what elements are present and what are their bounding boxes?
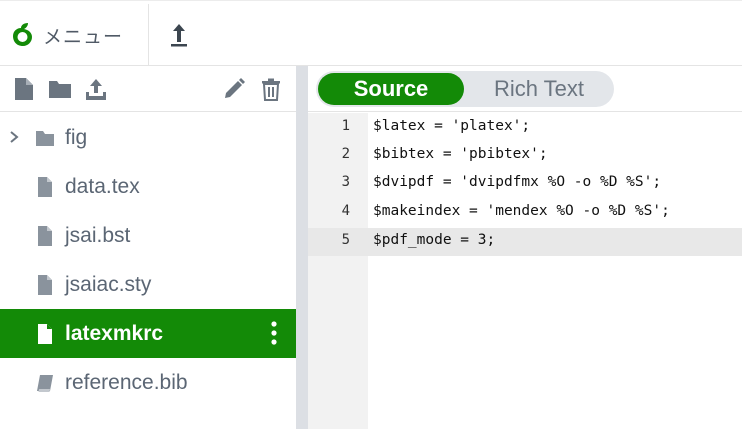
line-number: 3 bbox=[341, 174, 350, 190]
tree-item-jsai-bst[interactable]: jsai.bst bbox=[0, 211, 296, 260]
top-bar: メニュー bbox=[0, 0, 742, 66]
code-line[interactable]: 3 $dvipdf = 'dvipdfmx %O -o %D %S'; bbox=[308, 170, 742, 198]
line-text[interactable]: $bibtex = 'pbibtex'; bbox=[373, 146, 548, 162]
file-name: fig bbox=[65, 126, 88, 149]
rename-pencil-icon[interactable] bbox=[222, 77, 246, 101]
rich-text-mode-button[interactable]: Rich Text bbox=[466, 73, 612, 105]
leaf-logo-icon bbox=[13, 23, 32, 46]
top-border bbox=[0, 0, 742, 1]
line-number: 1 bbox=[341, 118, 350, 134]
line-text[interactable]: $latex = 'platex'; bbox=[373, 118, 530, 134]
editor-toolbar: Source Rich Text bbox=[308, 66, 742, 112]
line-text[interactable]: $pdf_mode = 3; bbox=[373, 232, 495, 248]
code-line-active[interactable]: 5 $pdf_mode = 3; bbox=[308, 228, 742, 256]
book-icon bbox=[37, 375, 53, 392]
file-icon bbox=[38, 177, 52, 197]
file-name: reference.bib bbox=[65, 371, 188, 394]
file-tree-toolbar bbox=[0, 66, 296, 112]
upload-icon[interactable] bbox=[84, 77, 108, 101]
line-number: 5 bbox=[341, 232, 350, 248]
tree-item-data-tex[interactable]: data.tex bbox=[0, 162, 296, 211]
tree-item-reference-bib[interactable]: reference.bib bbox=[0, 358, 296, 407]
menu-button[interactable]: メニュー bbox=[10, 18, 123, 52]
file-icon bbox=[38, 275, 52, 295]
tree-item-latexmkrc[interactable]: latexmkrc bbox=[0, 309, 296, 358]
line-number: 2 bbox=[341, 146, 350, 162]
file-tree-panel: fig data.tex jsai.bst jsaiac.sty latexmk… bbox=[0, 66, 296, 429]
editor-mode-toggle: Source Rich Text bbox=[316, 71, 614, 107]
line-text[interactable]: $dvipdf = 'dvipdfmx %O -o %D %S'; bbox=[373, 174, 661, 190]
line-number: 4 bbox=[341, 203, 350, 219]
menu-label: メニュー bbox=[43, 26, 124, 48]
new-file-icon[interactable] bbox=[12, 77, 36, 101]
line-text[interactable]: $makeindex = 'mendex %O -o %D %S'; bbox=[373, 203, 670, 219]
code-line[interactable]: 4 $makeindex = 'mendex %O -o %D %S'; bbox=[308, 199, 742, 227]
code-line[interactable]: 1 $latex = 'platex'; bbox=[308, 114, 742, 142]
file-name: jsai.bst bbox=[65, 224, 131, 247]
more-options-icon[interactable] bbox=[268, 318, 280, 348]
new-folder-icon[interactable] bbox=[48, 77, 72, 101]
file-name: jsaiac.sty bbox=[65, 273, 152, 296]
delete-trash-icon[interactable] bbox=[259, 77, 283, 101]
chevron-right-icon[interactable] bbox=[7, 127, 21, 147]
file-icon bbox=[38, 226, 52, 246]
file-icon bbox=[38, 324, 52, 344]
folder-icon bbox=[36, 131, 54, 146]
tree-item-fig[interactable]: fig bbox=[0, 113, 296, 162]
editor-panel: Source Rich Text 1 $latex = 'platex'; 2 … bbox=[308, 66, 742, 429]
upload-arrow-icon[interactable] bbox=[168, 22, 190, 48]
panel-resize-handle[interactable] bbox=[296, 66, 308, 429]
file-name: latexmkrc bbox=[65, 322, 164, 345]
source-mode-button[interactable]: Source bbox=[318, 73, 464, 105]
header-divider bbox=[148, 4, 149, 66]
file-name: data.tex bbox=[65, 175, 140, 198]
code-line[interactable]: 2 $bibtex = 'pbibtex'; bbox=[308, 142, 742, 170]
tree-item-jsaiac-sty[interactable]: jsaiac.sty bbox=[0, 260, 296, 309]
